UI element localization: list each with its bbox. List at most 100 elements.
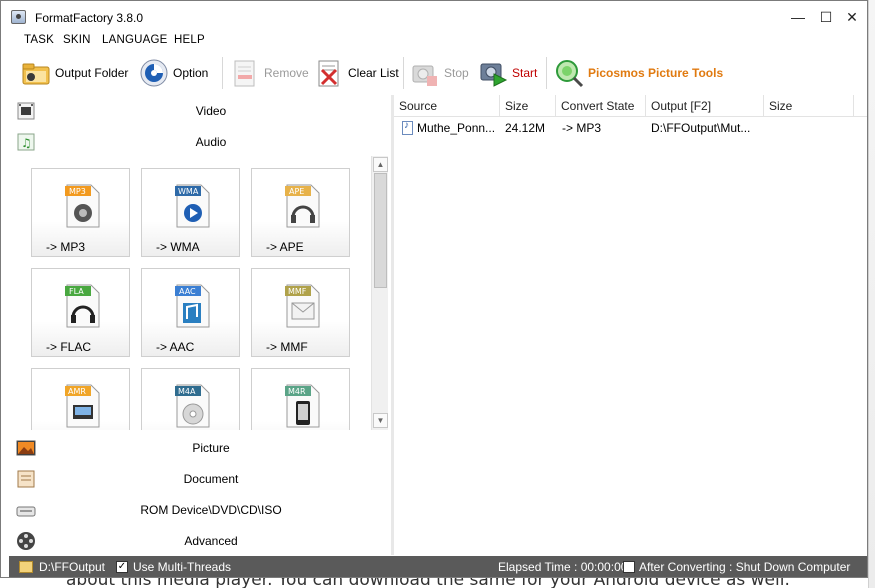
format-tile-m4r[interactable]: M4R: [251, 368, 350, 430]
clear-list-button[interactable]: Clear List: [314, 55, 399, 91]
category-video[interactable]: Video: [9, 95, 391, 126]
column-output[interactable]: Output [F2]: [646, 95, 764, 117]
m4r-file-icon: M4R: [283, 383, 321, 429]
window-title: FormatFactory 3.8.0: [35, 11, 144, 25]
column-size[interactable]: Size: [500, 95, 556, 117]
category-picture-label: Picture: [192, 440, 230, 455]
mmf-label: -> MMF: [266, 340, 308, 354]
svg-text:MP3: MP3: [69, 187, 86, 196]
menu-skin[interactable]: SKIN: [63, 34, 91, 46]
task-source: Muthe_Ponn...: [417, 121, 496, 135]
menu-language[interactable]: LANGUAGE: [102, 34, 168, 46]
option-gear-icon: [139, 58, 169, 88]
output-folder-icon[interactable]: [19, 561, 33, 573]
option-button[interactable]: Option: [139, 55, 208, 91]
elapsed-time: Elapsed Time : 00:00:00: [498, 560, 628, 574]
toolbar: Output Folder Option Remove Clear List S…: [1, 51, 867, 95]
category-advanced[interactable]: Advanced: [9, 525, 391, 556]
scroll-thumb[interactable]: [374, 173, 387, 288]
scroll-up-arrow-icon[interactable]: ▲: [373, 157, 388, 172]
format-tile-m4a[interactable]: M4A: [141, 368, 240, 430]
svg-text:WMA: WMA: [178, 187, 199, 196]
toolbar-separator: [546, 57, 547, 89]
svg-text:AMR: AMR: [68, 387, 86, 396]
format-tile-mmf[interactable]: MMF -> MMF: [251, 268, 350, 357]
mp3-label: -> MP3: [46, 240, 86, 254]
start-label: Start: [512, 66, 538, 80]
toolbar-separator: [403, 57, 404, 89]
format-tile-ape[interactable]: APE -> APE: [251, 168, 350, 257]
svg-text:AAC: AAC: [179, 287, 196, 296]
output-folder-button[interactable]: Output Folder: [21, 55, 128, 91]
amr-file-icon: AMR: [63, 383, 101, 429]
task-list-header: Source Size Convert State Output [F2] Si…: [394, 95, 867, 117]
output-folder-label: Output Folder: [55, 66, 129, 80]
category-audio-label: Audio: [195, 134, 227, 149]
audio-file-icon: [402, 120, 413, 135]
output-path[interactable]: D:\FFOutput: [39, 560, 105, 574]
format-tile-aac[interactable]: AAC -> AAC: [141, 268, 240, 357]
audio-format-grid: MP3 -> MP3 WMA -> WMA APE -> APE FLA -> …: [9, 156, 371, 430]
category-rom-device-label: ROM Device\DVD\CD\ISO: [140, 502, 282, 517]
stop-button[interactable]: Stop: [410, 55, 469, 91]
flac-file-icon: FLA: [63, 283, 101, 329]
format-tile-amr[interactable]: AMR: [31, 368, 130, 430]
category-audio[interactable]: ♫ Audio: [9, 126, 391, 157]
stop-icon: [410, 58, 440, 88]
after-converting-checkbox[interactable]: [623, 561, 635, 573]
picosmos-magnifier-icon: [554, 58, 584, 88]
multi-threads-label: Use Multi-Threads: [133, 560, 232, 574]
wma-file-icon: WMA: [173, 183, 211, 229]
picosmos-picture-tools-button[interactable]: Picosmos Picture Tools: [554, 55, 723, 91]
wma-label: -> WMA: [156, 240, 200, 254]
menu-help[interactable]: HELP: [174, 34, 205, 46]
background-window-edge: [868, 0, 875, 588]
category-document[interactable]: Document: [9, 463, 391, 494]
category-video-label: Video: [195, 103, 227, 118]
aac-label: -> AAC: [156, 340, 195, 354]
folder-icon: [21, 58, 51, 88]
svg-text:FLA: FLA: [69, 287, 84, 296]
column-source[interactable]: Source: [394, 95, 500, 117]
svg-text:M4R: M4R: [288, 387, 306, 396]
format-tile-mp3[interactable]: MP3 -> MP3: [31, 168, 130, 257]
task-convert-state: -> MP3: [562, 121, 602, 135]
option-label: Option: [173, 66, 209, 80]
format-tile-wma[interactable]: WMA -> WMA: [141, 168, 240, 257]
svg-text:M4A: M4A: [178, 387, 196, 396]
format-tile-flac[interactable]: FLA -> FLAC: [31, 268, 130, 357]
flac-label: -> FLAC: [46, 340, 92, 354]
multi-threads-checkbox[interactable]: ✓: [116, 561, 128, 573]
svg-text:APE: APE: [289, 187, 304, 196]
m4a-file-icon: M4A: [173, 383, 211, 429]
task-list: Source Size Convert State Output [F2] Si…: [394, 95, 867, 555]
remove-document-icon: [230, 58, 260, 88]
ape-file-icon: APE: [283, 183, 321, 229]
remove-button[interactable]: Remove: [230, 55, 309, 91]
svg-text:MMF: MMF: [288, 287, 307, 296]
category-rom-device[interactable]: ROM Device\DVD\CD\ISO: [9, 494, 391, 525]
clear-list-label: Clear List: [348, 66, 399, 80]
toolbar-separator: [222, 57, 223, 89]
app-icon[interactable]: [11, 10, 26, 24]
category-picture[interactable]: Picture: [9, 432, 391, 463]
title-bar[interactable]: FormatFactory 3.8.0 — ☐ ✕: [1, 1, 867, 33]
scroll-down-arrow-icon[interactable]: ▼: [373, 413, 388, 428]
ape-label: -> APE: [266, 240, 304, 254]
remove-label: Remove: [264, 66, 309, 80]
format-grid-scrollbar[interactable]: ▲ ▼: [371, 156, 388, 430]
column-output-size[interactable]: Size: [764, 95, 854, 117]
clear-list-icon: [314, 58, 344, 88]
start-icon: [478, 58, 508, 88]
task-output-size: [769, 117, 849, 139]
start-button[interactable]: Start: [478, 55, 537, 91]
status-bar: D:\FFOutput ✓ Use Multi-Threads Elapsed …: [9, 556, 867, 577]
task-row[interactable]: Muthe_Ponn... 24.12M -> MP3 D:\FFOutput\…: [394, 117, 867, 139]
menu-task[interactable]: TASK: [24, 34, 54, 46]
close-button[interactable]: ✕: [829, 1, 867, 33]
column-convert-state[interactable]: Convert State: [556, 95, 646, 117]
category-document-label: Document: [183, 471, 239, 486]
format-factory-window: FormatFactory 3.8.0 — ☐ ✕ TASK SKIN LANG…: [0, 0, 868, 578]
stop-label: Stop: [444, 66, 469, 80]
mmf-file-icon: MMF: [283, 283, 321, 329]
